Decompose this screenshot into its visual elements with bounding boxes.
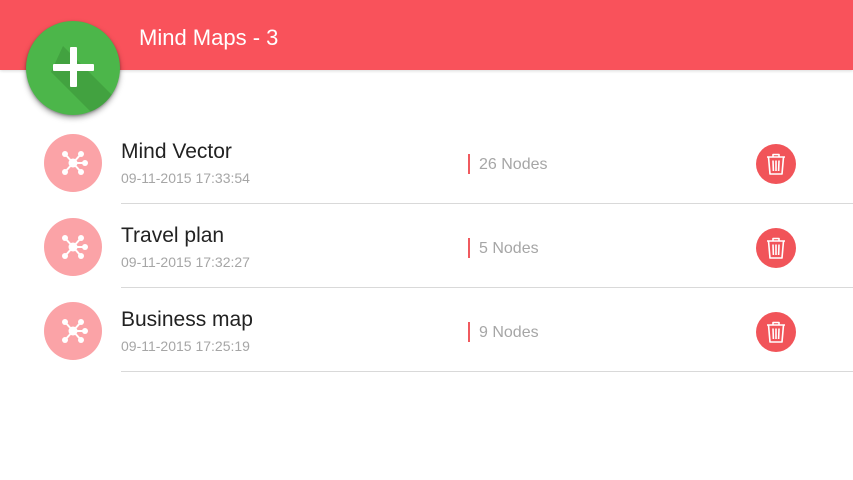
node-count: 26 Nodes — [479, 156, 548, 173]
mind-map-list: Mind Vector 09-11-2015 17:33:54 26 Nodes — [0, 120, 853, 372]
mind-map-title: Mind Vector — [121, 140, 232, 163]
page-title: Mind Maps - 3 — [139, 25, 279, 50]
plus-icon — [51, 46, 120, 115]
nodes-divider — [468, 322, 470, 342]
trash-icon — [767, 153, 785, 175]
trash-icon — [767, 237, 785, 259]
app-header: Mind Maps - 3 — [0, 0, 853, 70]
delete-button[interactable] — [756, 312, 796, 352]
mind-map-date: 09-11-2015 17:33:54 — [121, 170, 250, 186]
nodes-divider — [468, 238, 470, 258]
node-count: 5 Nodes — [479, 240, 539, 257]
nodes-divider — [468, 154, 470, 174]
mind-map-row[interactable]: Mind Vector 09-11-2015 17:33:54 26 Nodes — [0, 120, 853, 204]
add-mind-map-button[interactable] — [26, 21, 120, 115]
mind-map-icon — [44, 218, 102, 276]
trash-icon — [767, 321, 785, 343]
delete-button[interactable] — [756, 228, 796, 268]
delete-button[interactable] — [756, 144, 796, 184]
mind-map-date: 09-11-2015 17:25:19 — [121, 338, 250, 354]
node-count: 9 Nodes — [479, 324, 539, 341]
mind-map-icon — [44, 302, 102, 360]
mind-map-row[interactable]: Travel plan 09-11-2015 17:32:27 5 Nodes — [0, 204, 853, 288]
mind-map-icon — [44, 134, 102, 192]
mind-map-title: Business map — [121, 308, 253, 331]
mind-map-row[interactable]: Business map 09-11-2015 17:25:19 9 Nodes — [0, 288, 853, 372]
mind-map-date: 09-11-2015 17:32:27 — [121, 254, 250, 270]
row-divider — [121, 371, 853, 372]
mind-map-title: Travel plan — [121, 224, 225, 247]
